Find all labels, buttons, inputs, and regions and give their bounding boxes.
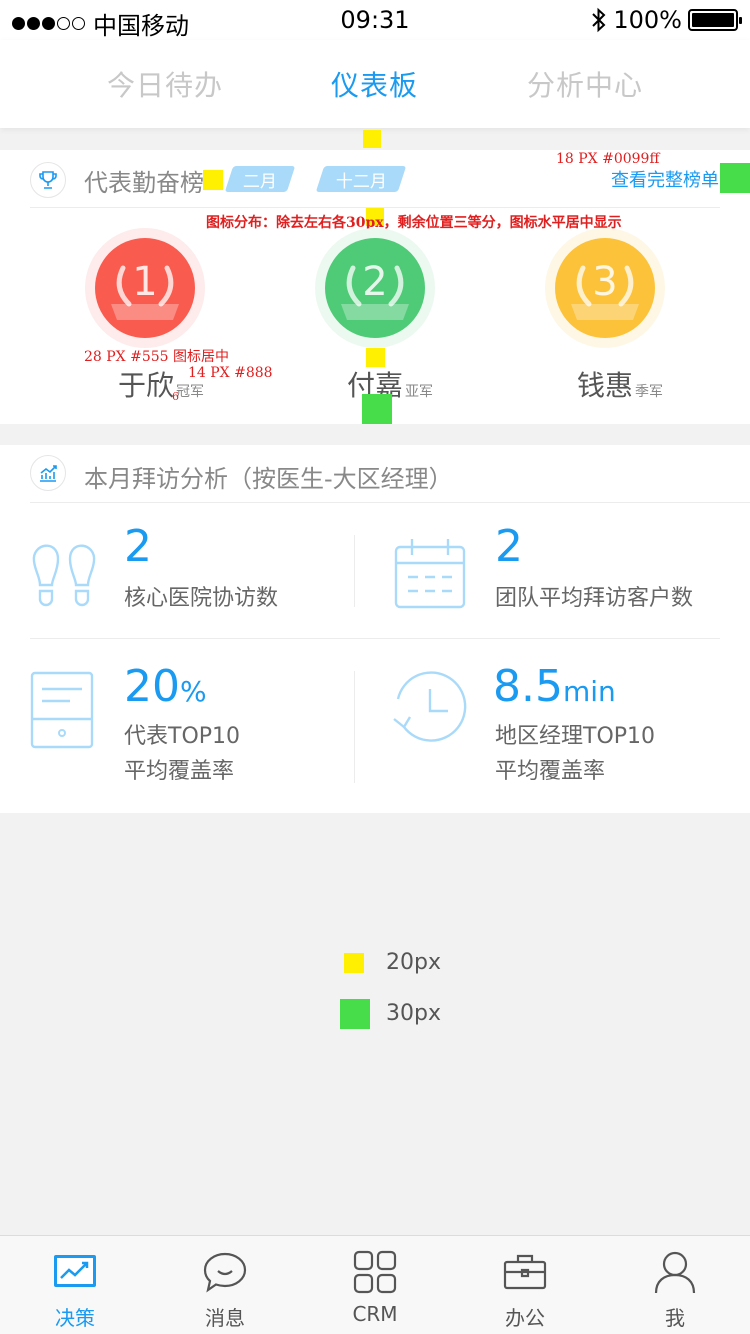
- nav-item-messages[interactable]: 消息: [150, 1236, 300, 1334]
- bottom-nav: 决策 消息 CRM 办公 我: [0, 1235, 750, 1334]
- winner-title: 季军: [635, 384, 664, 400]
- nav-item-crm[interactable]: CRM: [300, 1236, 450, 1334]
- stat-value: 2: [495, 521, 523, 572]
- legend-label-30px: 30px: [386, 1001, 441, 1026]
- view-all-link[interactable]: 查看完整榜单: [611, 166, 719, 192]
- annotation-gap: 6: [172, 390, 179, 403]
- nav-label: 决策: [55, 1306, 95, 1330]
- legend-swatch-30px: [340, 999, 370, 1029]
- nav-label: 办公: [505, 1306, 545, 1330]
- medal-rank-number: 3: [592, 259, 617, 305]
- footprints-icon: [30, 537, 98, 615]
- divider: [30, 502, 750, 503]
- divider: [354, 671, 355, 783]
- visit-analysis-card: 本月拜访分析（按医生-大区经理） 2 核心医院协访数 2 团队平均拜访客户数 2…: [0, 445, 750, 813]
- document-icon: [30, 671, 94, 753]
- chart-icon: [54, 1255, 96, 1287]
- divider: [30, 638, 720, 639]
- bluetooth-icon: [592, 7, 606, 33]
- nav-item-me[interactable]: 我: [600, 1236, 750, 1334]
- annotation-name-spec: 28 PX #555 图标居中: [84, 349, 230, 365]
- spec-marker-20px: [363, 130, 381, 148]
- tab-analysis[interactable]: 分析中心: [527, 64, 643, 104]
- stat-value: 2: [124, 521, 152, 572]
- medal-gold-rank-1: 1: [85, 228, 205, 348]
- spec-marker-30px: [720, 163, 750, 193]
- ranking-card: 代表勤奋榜 二月 十二月 18 PX #0099ff 查看完整榜单 图标分布：除…: [0, 150, 750, 424]
- stat-value: 8.5min: [493, 661, 616, 712]
- period-tab-december[interactable]: 十二月: [315, 166, 407, 192]
- stat-value: 20%: [124, 661, 207, 712]
- annotation-link-spec: 18 PX #0099ff: [556, 151, 660, 167]
- medal-rank-number: 1: [132, 259, 157, 305]
- battery-percent: 100%: [613, 6, 682, 34]
- laurel-medal-icon: 1: [95, 238, 195, 338]
- stat-label: 团队平均拜访客户数: [495, 586, 694, 611]
- medal-rank-number: 2: [362, 259, 387, 305]
- trophy-icon: [30, 162, 66, 198]
- winner-title: 冠军: [176, 384, 205, 400]
- laurel-medal-icon: 2: [325, 238, 425, 338]
- grid-icon: [353, 1250, 397, 1294]
- winner-name-3: 钱惠 季军: [577, 369, 664, 402]
- briefcase-icon: [503, 1254, 547, 1290]
- medal-bronze-rank-3: 3: [545, 228, 665, 348]
- trend-chart-icon: [30, 455, 66, 491]
- nav-label: 消息: [205, 1306, 245, 1330]
- medal-silver-rank-2: 2: [315, 228, 435, 348]
- period-tab-february[interactable]: 二月: [224, 166, 296, 192]
- divider: [354, 535, 355, 607]
- status-right: 100%: [591, 6, 742, 34]
- nav-label: CRM: [352, 1302, 398, 1326]
- spec-marker-30px: [362, 394, 392, 424]
- spec-marker-20px: [203, 170, 223, 190]
- annotation-layout-spec: 图标分布：除去左右各30px，剩余位置三等分，图标水平居中显示: [206, 215, 622, 231]
- nav-item-decision[interactable]: 决策: [0, 1236, 150, 1334]
- stat-label: 平均覆盖率: [495, 759, 606, 784]
- tab-todo[interactable]: 今日待办: [107, 64, 223, 104]
- nav-item-office[interactable]: 办公: [450, 1236, 600, 1334]
- calendar-icon: [394, 535, 466, 615]
- status-bar: 中国移动 09:31 100%: [0, 0, 750, 40]
- chat-icon: [203, 1252, 247, 1293]
- stat-label: 地区经理TOP10: [495, 724, 656, 749]
- person-icon: [654, 1251, 696, 1294]
- tab-dashboard[interactable]: 仪表板: [331, 64, 418, 104]
- clock-icon: [390, 669, 470, 753]
- legend-label-20px: 20px: [386, 950, 441, 975]
- laurel-medal-icon: 3: [555, 238, 655, 338]
- stat-label: 代表TOP10: [124, 724, 241, 749]
- top-nav: 今日待办 仪表板 分析中心: [0, 40, 750, 128]
- nav-label: 我: [665, 1306, 685, 1330]
- ranking-title: 代表勤奋榜: [84, 169, 204, 197]
- stat-label: 平均覆盖率: [124, 759, 235, 784]
- battery-icon: [688, 9, 742, 31]
- stat-label: 核心医院协访数: [124, 586, 279, 611]
- winner-title: 亚军: [405, 384, 434, 400]
- visit-analysis-title: 本月拜访分析（按医生-大区经理）: [84, 465, 453, 493]
- legend-swatch-20px: [344, 953, 364, 973]
- winner-name-1: 于欣 冠军: [118, 369, 205, 402]
